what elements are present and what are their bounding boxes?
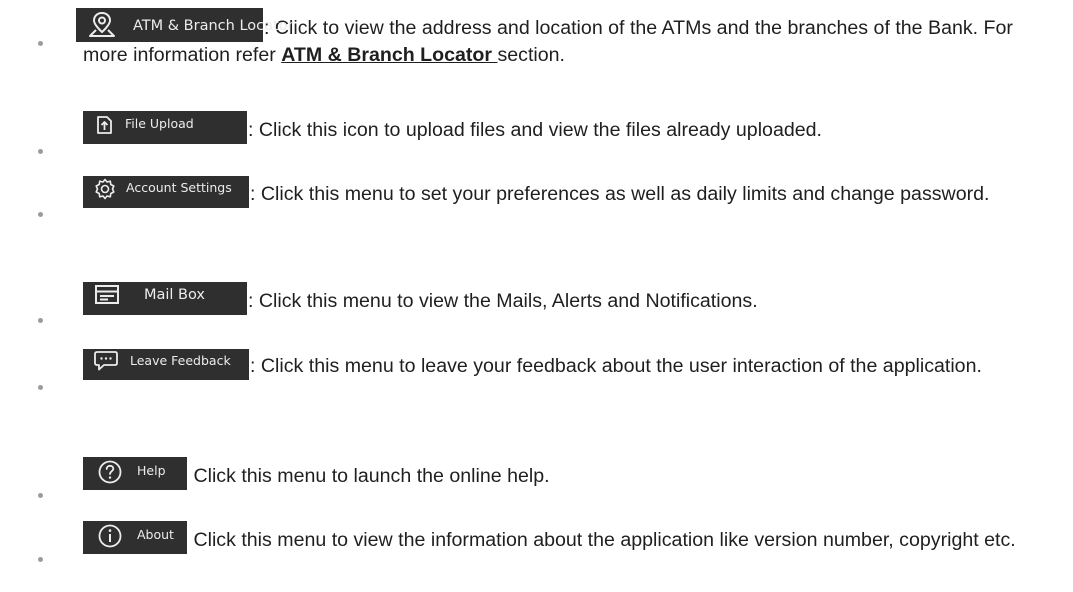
- about-description: Click this menu to view the information …: [188, 529, 1016, 551]
- list-item-text: File Upload : Click this icon to upload …: [83, 111, 1058, 144]
- atm-branch-locator-menu-label: ATM & Branch Locator: [133, 18, 294, 34]
- bullet-dot: [38, 318, 43, 323]
- bullet-dot: [38, 212, 43, 217]
- bullet-dot: [38, 41, 43, 46]
- list-item-text: Leave Feedback : Click this menu to leav…: [83, 349, 1058, 380]
- mail-box-icon: [95, 285, 119, 304]
- list-item-text: Help Click this menu to launch the onlin…: [83, 457, 1058, 490]
- location-pin-icon: [89, 11, 115, 37]
- bullet-dot: [38, 493, 43, 498]
- file-upload-menu-button[interactable]: File Upload: [83, 111, 247, 144]
- bullet-dot: [38, 149, 43, 154]
- atm-branch-locator-menu-button[interactable]: ATM & Branch Locator: [76, 8, 294, 42]
- account-settings-description: : Click this menu to set your preference…: [250, 183, 990, 205]
- mail-box-menu-button[interactable]: Mail Box: [83, 282, 247, 315]
- info-icon: [98, 524, 122, 548]
- leave-feedback-description: : Click this menu to leave your feedback…: [250, 355, 982, 377]
- list-item-text: About Click this menu to view the inform…: [83, 521, 1058, 554]
- help-menu-button[interactable]: Help: [83, 457, 187, 490]
- list-item-text: ATM & Branch Locator : Click to view the…: [76, 8, 1058, 69]
- list-item-text: Account Settings : Click this menu to se…: [83, 176, 1058, 208]
- help-description: Click this menu to launch the online hel…: [188, 465, 550, 487]
- menu-description-list: ATM & Branch Locator : Click to view the…: [0, 0, 1073, 592]
- bullet-dot: [38, 557, 43, 562]
- bullet-dot: [38, 385, 43, 390]
- mail-box-description: : Click this menu to view the Mails, Ale…: [248, 290, 758, 312]
- help-question-icon: [98, 460, 122, 484]
- file-upload-icon: [97, 116, 112, 134]
- gear-icon: [95, 178, 115, 200]
- file-upload-description: : Click this icon to upload files and vi…: [248, 119, 822, 141]
- account-settings-menu-label: Account Settings: [126, 180, 232, 195]
- atm-branch-locator-description-end: section.: [497, 44, 565, 66]
- about-menu-button[interactable]: About: [83, 521, 187, 554]
- atm-branch-locator-section-link[interactable]: ATM & Branch Locator: [281, 44, 497, 66]
- file-upload-menu-label: File Upload: [125, 116, 194, 131]
- account-settings-menu-button[interactable]: Account Settings: [83, 176, 249, 208]
- help-menu-label: Help: [137, 463, 166, 478]
- list-item-text: Mail Box : Click this menu to view the M…: [83, 282, 1058, 315]
- mail-box-menu-label: Mail Box: [144, 287, 206, 303]
- leave-feedback-menu-label: Leave Feedback: [130, 353, 231, 368]
- leave-feedback-menu-button[interactable]: Leave Feedback: [83, 349, 249, 380]
- about-menu-label: About: [137, 527, 174, 542]
- chat-bubble-icon: [94, 351, 118, 371]
